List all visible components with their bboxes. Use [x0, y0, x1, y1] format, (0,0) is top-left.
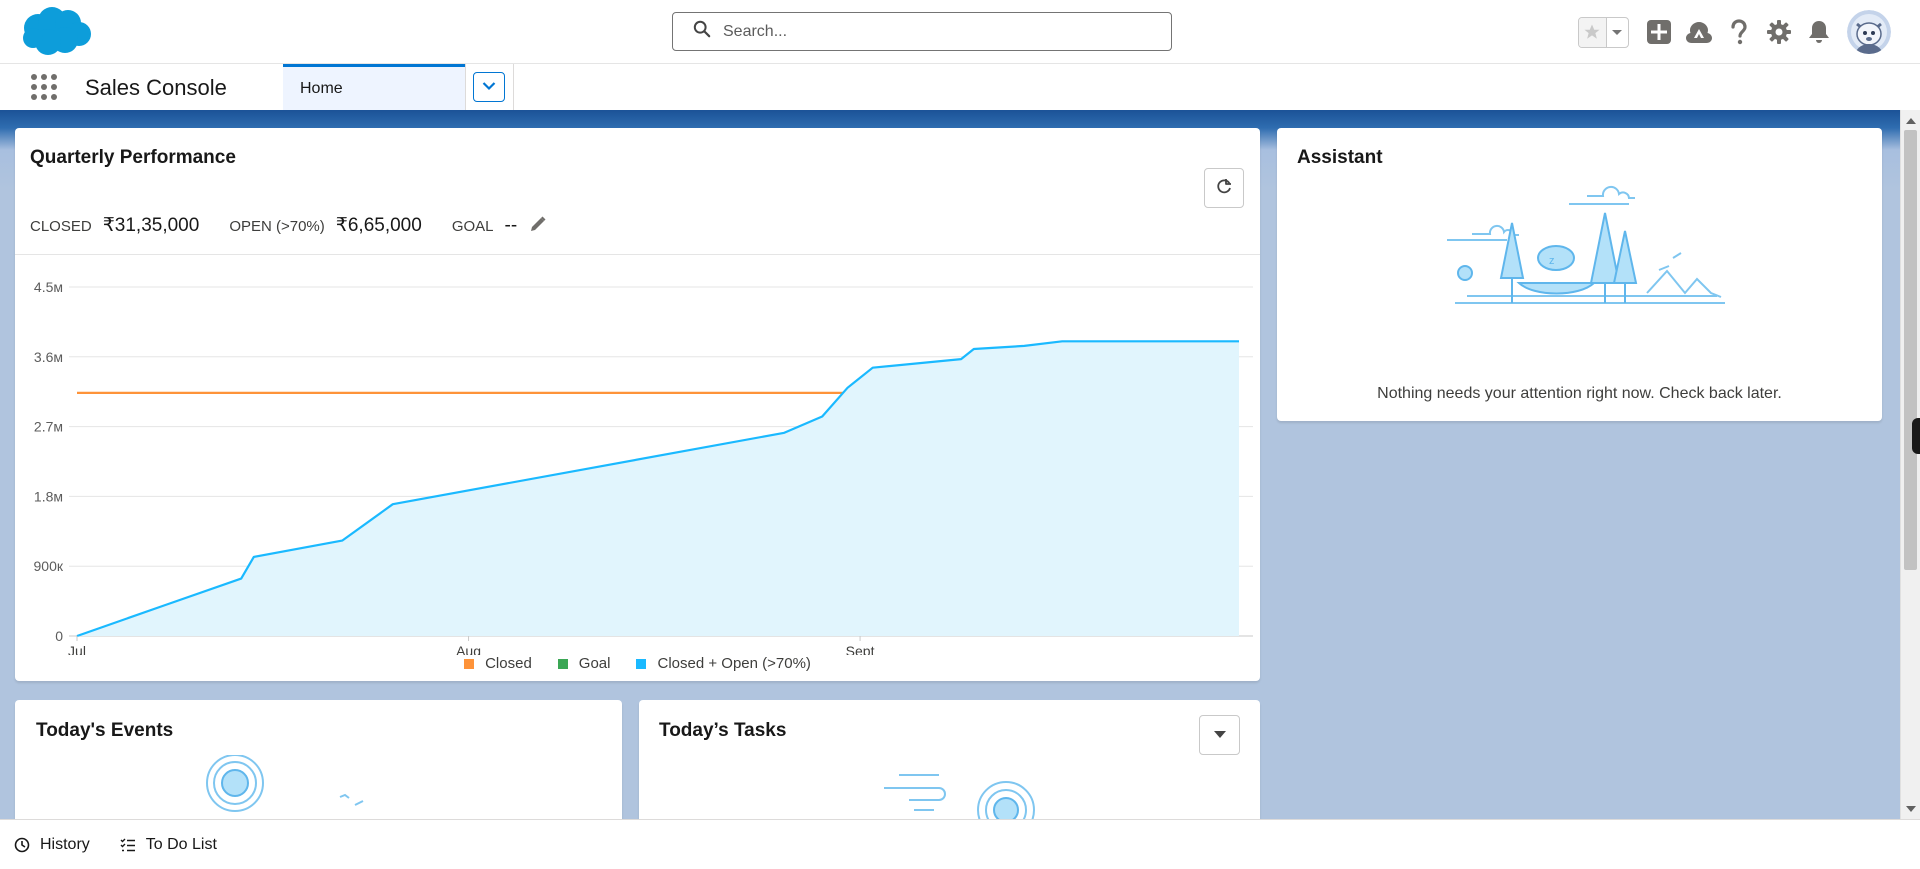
x-tick-label: Jul: [68, 643, 86, 655]
page-scrollbar[interactable]: [1900, 110, 1920, 819]
legend-swatch: [464, 658, 475, 669]
open-value: ₹6,65,000: [335, 215, 422, 236]
legend-label: Closed: [485, 655, 532, 672]
chart-legend: Closed Goal Closed + Open (>70%): [15, 655, 1260, 672]
card-title: Quarterly Performance: [30, 147, 236, 168]
card-title: Assistant: [1297, 147, 1383, 168]
y-tick-label: 2.7м: [34, 419, 63, 435]
clock-icon: [14, 837, 30, 852]
open-label: OPEN (>70%): [229, 218, 325, 235]
favorite-star-icon[interactable]: [1579, 17, 1606, 47]
app-name: Sales Console: [85, 75, 227, 100]
legend-swatch: [557, 658, 568, 669]
todays-tasks-card: Today’s Tasks: [639, 700, 1260, 819]
card-title: Today’s Tasks: [659, 720, 787, 741]
utility-label: To Do List: [145, 835, 217, 853]
goal-value: --: [504, 215, 518, 236]
setup-gear-icon[interactable]: [1759, 12, 1799, 52]
refresh-icon: [1215, 177, 1233, 200]
legend-item-closed-open[interactable]: Closed + Open (>70%): [636, 655, 811, 672]
assistant-card: Assistant z Nothing needs your attention…: [1277, 128, 1882, 421]
tasks-filter-button[interactable]: [1199, 715, 1240, 755]
global-actions-icon[interactable]: [1639, 12, 1679, 52]
y-tick-label: 0: [55, 628, 63, 644]
closed-label: CLOSED: [30, 218, 92, 235]
y-tick-label: 900к: [34, 558, 64, 574]
legend-label: Goal: [578, 655, 611, 672]
assistant-illustration: z: [1447, 185, 1725, 304]
utility-bar: History To Do List: [0, 819, 1920, 869]
side-panel-handle[interactable]: [1912, 418, 1920, 454]
scrollbar-thumb[interactable]: [1904, 130, 1917, 570]
help-icon[interactable]: [1719, 12, 1759, 52]
header-actions: [1578, 10, 1891, 54]
refresh-button[interactable]: [1204, 168, 1244, 208]
scroll-down-arrow-icon[interactable]: [1901, 799, 1920, 819]
legend-item-closed[interactable]: Closed: [464, 655, 532, 672]
performance-metrics: CLOSED ₹31,35,000 OPEN (>70%) ₹6,65,000 …: [30, 213, 547, 237]
app-launcher-icon[interactable]: [29, 72, 59, 102]
card-title: Today's Events: [36, 720, 174, 741]
utility-todo-list[interactable]: To Do List: [120, 836, 217, 854]
global-search[interactable]: [672, 12, 1172, 51]
favorites-group: [1578, 16, 1629, 48]
tab-divider: [465, 64, 466, 110]
salesforce-logo[interactable]: [20, 6, 92, 56]
search-icon: [693, 20, 711, 43]
svg-text:z: z: [1549, 255, 1555, 267]
todays-events-card: Today's Events: [15, 700, 622, 819]
notifications-bell-icon[interactable]: [1799, 12, 1839, 52]
goal-label: GOAL: [451, 218, 494, 235]
chevron-down-icon: [482, 78, 496, 96]
x-tick-label: Sept: [846, 643, 875, 655]
edit-goal-pencil-icon[interactable]: [529, 215, 547, 233]
quarterly-performance-card: Quarterly Performance CLOSED ₹31,35,000 …: [15, 128, 1260, 681]
closed-value: ₹31,35,000: [102, 215, 200, 236]
task-list-icon: [120, 838, 135, 851]
global-header: [0, 0, 1920, 63]
trailhead-guide-icon[interactable]: [1679, 12, 1719, 52]
performance-chart: 0 900к 1.8м 2.7м 3.6м 4.5м Jul Aug Sept: [34, 279, 1253, 655]
tasks-illustration: [884, 774, 1035, 819]
events-illustration: [206, 755, 364, 812]
scroll-up-arrow-icon[interactable]: [1901, 110, 1920, 130]
app-navigation-bar: Sales Console Home: [0, 63, 1920, 110]
favorites-dropdown-icon[interactable]: [1605, 17, 1628, 47]
x-tick-label: Aug: [456, 643, 481, 655]
user-avatar[interactable]: [1847, 10, 1891, 54]
tab-divider: [513, 64, 514, 110]
utility-history[interactable]: History: [14, 836, 90, 854]
legend-label: Closed + Open (>70%): [657, 655, 811, 672]
y-tick-label: 3.6м: [34, 349, 63, 365]
legend-item-goal[interactable]: Goal: [557, 655, 611, 672]
tab-home[interactable]: Home: [283, 64, 465, 110]
caret-down-icon: [1213, 726, 1226, 744]
navigation-menu-button[interactable]: [473, 72, 505, 102]
closed-open-area-fill: [77, 341, 1239, 636]
y-tick-label: 1.8м: [34, 488, 63, 504]
utility-label: History: [40, 835, 90, 853]
legend-swatch: [636, 658, 647, 669]
workspace: Quarterly Performance CLOSED ₹31,35,000 …: [0, 110, 1900, 819]
search-input[interactable]: [723, 22, 1143, 41]
tab-label: Home: [300, 79, 343, 97]
assistant-empty-message: Nothing needs your attention right now. …: [1377, 385, 1782, 402]
y-tick-label: 4.5м: [34, 279, 63, 295]
